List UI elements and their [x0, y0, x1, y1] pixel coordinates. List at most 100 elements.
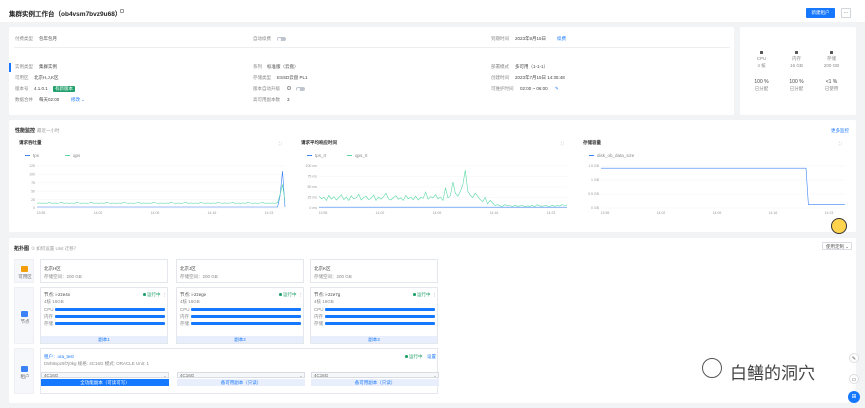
help-icon[interactable] — [287, 86, 291, 90]
replica-footer: 副本3 — [311, 336, 437, 343]
row-header: 租户 — [14, 348, 34, 394]
metric-bar — [55, 315, 165, 318]
metric-label: 内存 — [44, 314, 53, 319]
node-name: 节点: i-2ze4x — [44, 292, 71, 297]
unit-spec-label: 4C16G — [314, 373, 329, 378]
zone-icon — [21, 266, 28, 272]
merge-edit-link[interactable]: 修改 — [71, 97, 80, 103]
info-value: 02:00 ~ 06:00 — [520, 86, 548, 91]
chevron-down-icon[interactable]: ⌄ — [81, 97, 85, 103]
metric-bar — [55, 308, 165, 311]
y-tick-label: 75 — [31, 181, 35, 185]
more-menu-button[interactable]: ⋯ — [841, 8, 851, 18]
message-icon[interactable]: ▭ — [849, 374, 859, 384]
node-card[interactable]: 节点: i-2ze7g 运行中 ⋮ 4核 16GB CPU 内存 存储 副本3 — [310, 287, 438, 344]
x-tick-label: 14:02 — [94, 211, 103, 215]
tenant-settings-link[interactable]: 设置 — [427, 354, 436, 360]
info-value: 2023年7月15日 14:35:48 — [515, 75, 565, 80]
info-value: 多可用（1-1-1） — [515, 64, 549, 69]
x-tick-label: 14:23 — [265, 211, 274, 215]
view-dropdown[interactable]: 使用定制 ⌄ — [822, 242, 852, 250]
legend-label[interactable]: qps_rt — [355, 153, 368, 158]
replica-role: 全功能副本（可读可写） — [41, 379, 169, 386]
copy-icon[interactable] — [120, 8, 124, 13]
y-tick-label: 0 GB — [591, 206, 600, 210]
topology-card: 拓扑图 ① 如何设置 Unit 迁移？ 使用定制 ⌄ 可用区 节点 租户 北京H区 存储… — [9, 238, 856, 403]
unit-spec-select[interactable]: 4C16G ⌄ — [311, 372, 439, 378]
active-marker — [9, 63, 11, 72]
metric-bar — [325, 322, 435, 325]
apps-grid-icon[interactable]: ⊞ — [848, 391, 860, 403]
zone-card[interactable]: 北京H区 存储空间：200 GB — [40, 259, 168, 283]
chevron-down-icon: ⌄ — [299, 373, 303, 378]
more-icon[interactable]: ⋮ — [432, 292, 437, 298]
metric-bar — [325, 315, 435, 318]
info-label: 自动续费 — [253, 36, 271, 41]
x-tick-label: 14:16 — [490, 211, 499, 215]
resource-sub: 已使用 — [824, 86, 839, 91]
x-tick-label: 13:55 — [37, 211, 46, 215]
info-label: 版本自动升级 — [253, 86, 280, 91]
legend-label[interactable]: disk_ob_data_size — [597, 153, 634, 158]
toggle-switch[interactable] — [277, 37, 286, 42]
x-tick-label: 14:09 — [151, 211, 160, 215]
assistant-avatar[interactable] — [831, 218, 847, 234]
info-grid: 付费类型 包年包月 自动续费 到期时间 2023年9月15日 实例类型 集群实例 系列 标准版（… — [9, 27, 734, 102]
tenant-card[interactable]: 租户：ora_test t3vh8xpz6f7j0kg 规格: 4C16G 模式:… — [40, 348, 439, 394]
edit-icon[interactable]: ✎ — [849, 353, 859, 363]
create-tenant-button[interactable]: 新建租户 — [806, 8, 835, 18]
metric-bar — [325, 308, 435, 311]
node-status: 运行中 — [283, 292, 297, 297]
edit-icon[interactable]: ✎ — [555, 86, 559, 92]
metric-label: CPU — [180, 307, 190, 312]
chevron-down-icon: ⌄ — [845, 244, 850, 249]
node-name: 节点: i-2ze7g — [314, 292, 341, 297]
metric-bar — [191, 315, 301, 318]
info-value: 集群实例 — [39, 64, 57, 69]
watermark-text: 白鳝的洞穴 — [730, 364, 815, 384]
expand-icon[interactable]: ⛶ — [279, 141, 282, 146]
x-tick-label: 14:02 — [376, 211, 385, 215]
chart-title: 请求平均响应时间 — [301, 140, 337, 145]
more-icon[interactable]: ⋮ — [162, 292, 167, 298]
info-label: 系列 — [253, 64, 262, 69]
row-header: 节点 — [14, 287, 34, 344]
toggle-switch[interactable] — [296, 87, 305, 92]
series-line-disk_ob_data_size — [601, 167, 845, 205]
x-tick-label: 14:23 — [825, 211, 834, 215]
legend-label[interactable]: tps_rt — [315, 153, 326, 158]
monitor-range[interactable]: 最近一小时 — [37, 128, 60, 134]
row-label: 租户 — [20, 374, 30, 379]
info-label: 到期时间 — [491, 36, 509, 41]
more-monitor-link[interactable]: 更多监控 — [831, 128, 849, 134]
status-dot — [405, 355, 408, 358]
node-card[interactable]: 节点: i-2ze4x 运行中 ⋮ 4核 16GB CPU 内存 存储 副本1 — [40, 287, 168, 344]
more-icon[interactable]: ⋮ — [298, 292, 303, 298]
legend-label[interactable]: tps — [33, 153, 39, 158]
zone-storage: 存储空间：200 GB — [180, 274, 218, 279]
unit-spec-select[interactable]: 4C16G ⌄ — [177, 372, 305, 378]
node-name: 节点: i-2zegv — [180, 292, 207, 297]
x-tick-label: 13:55 — [601, 211, 610, 215]
tenant-name[interactable]: 租户：ora_test — [44, 354, 74, 360]
renew-link[interactable]: 续费 — [557, 36, 566, 42]
resource-percent: 100 % — [754, 79, 769, 85]
expand-icon[interactable]: ⛶ — [839, 141, 842, 146]
unit-migration-hint[interactable]: ① 如何设置 Unit 迁移？ — [31, 246, 78, 252]
y-tick-label: 75 ms — [307, 175, 317, 179]
node-card[interactable]: 节点: i-2zegv 运行中 ⋮ 4核 16GB CPU 内存 存储 副本2 — [176, 287, 304, 344]
series-line-qps — [36, 184, 286, 204]
legend-label[interactable]: qps — [73, 153, 80, 158]
info-label: 数据合并 — [15, 97, 33, 102]
expand-icon[interactable]: ⛶ — [561, 141, 564, 146]
node-status: 运行中 — [147, 292, 161, 297]
metric-label: 存储 — [180, 321, 189, 326]
zone-card[interactable]: 北京K区 存储空间：200 GB — [310, 259, 438, 283]
version-badge[interactable]: 有新版本 — [53, 86, 75, 92]
zone-card[interactable]: 北京J区 存储空间：200 GB — [176, 259, 304, 283]
status-dot — [143, 293, 146, 296]
legend-swatch — [589, 155, 594, 156]
unit-spec-select[interactable]: 4C16G ⌄ — [41, 372, 169, 378]
info-value: 北京H,J,K区 — [34, 75, 59, 80]
zone-name: 北京K区 — [314, 266, 331, 271]
